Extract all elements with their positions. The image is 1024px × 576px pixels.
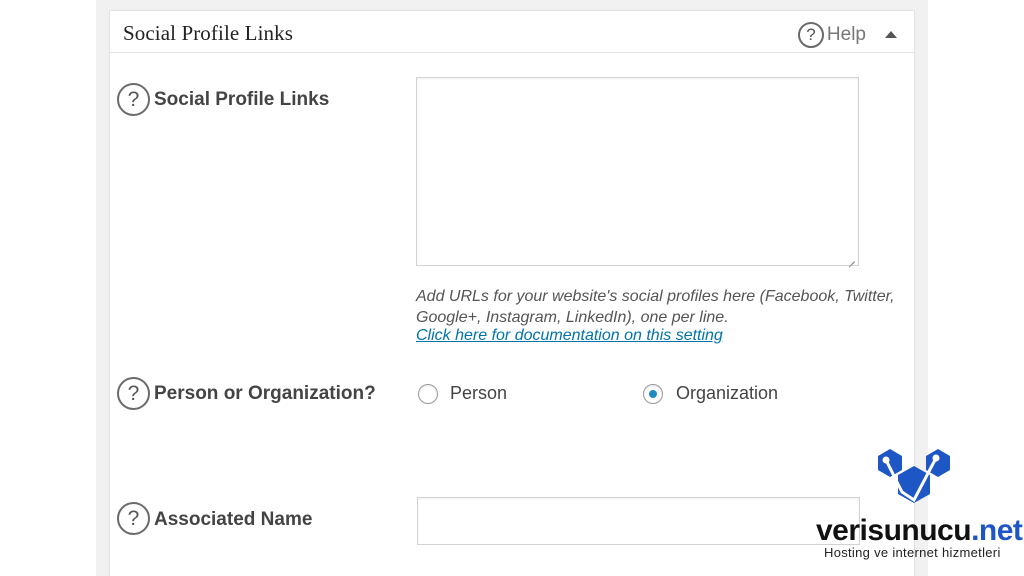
social-links-textarea[interactable] xyxy=(416,77,859,266)
verisunucu-watermark: verisunucu.net Hosting ve internet hizme… xyxy=(814,446,1023,566)
associated-name-help-icon[interactable]: ? xyxy=(117,502,150,535)
brand-main: verisunucu xyxy=(816,514,972,547)
panel-header: Social Profile Links ? Help xyxy=(110,11,914,53)
documentation-link[interactable]: Click here for documentation on this set… xyxy=(416,327,723,345)
radio-person-label[interactable]: Person xyxy=(450,383,507,404)
help-button[interactable]: ? Help xyxy=(797,22,866,48)
social-links-help-icon[interactable]: ? xyxy=(117,83,150,116)
social-links-label: Social Profile Links xyxy=(154,89,330,110)
associated-name-input[interactable] xyxy=(417,497,860,545)
resize-handle-icon[interactable] xyxy=(846,253,856,263)
brand-name: verisunucu.net xyxy=(816,514,1023,548)
triangle-up-icon[interactable] xyxy=(885,31,897,38)
associated-name-label: Associated Name xyxy=(154,509,313,530)
brand-tld: .net xyxy=(971,514,1023,547)
radio-organization-label[interactable]: Organization xyxy=(676,383,778,404)
social-links-description: Add URLs for your website's social profi… xyxy=(416,288,895,326)
person-org-help-icon[interactable]: ? xyxy=(117,377,150,410)
radio-person[interactable] xyxy=(418,384,438,404)
verisunucu-logo-icon xyxy=(878,449,950,503)
person-org-label: Person or Organization? xyxy=(154,383,376,404)
panel-title: Social Profile Links xyxy=(123,21,293,45)
help-label: Help xyxy=(826,24,866,45)
radio-organization[interactable] xyxy=(643,384,663,404)
question-circle-icon: ? xyxy=(797,22,824,48)
brand-tagline: Hosting ve internet hizmetleri xyxy=(824,545,1001,560)
